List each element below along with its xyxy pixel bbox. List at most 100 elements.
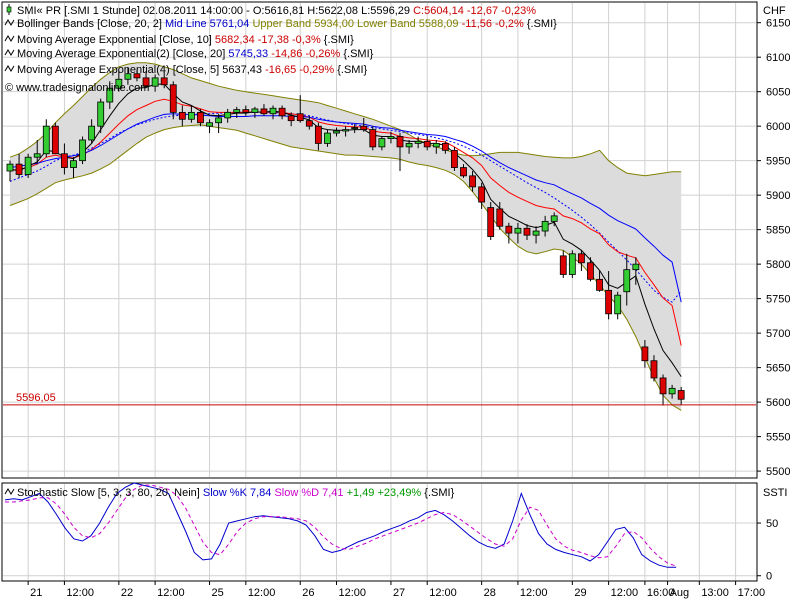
candle-down [396, 136, 404, 148]
legend-ema5-line-text: Moving Average Exponential(4) [Close, 5]… [17, 64, 368, 76]
price-tick-label: 5950 [766, 156, 790, 168]
candle-up [233, 109, 241, 113]
candle-up [269, 107, 277, 115]
legend-segment: {.SMI} [324, 34, 354, 46]
legend-segment: C:5604,14 -12,67 -0,23% [413, 5, 536, 17]
candle-down [478, 186, 486, 203]
candle-up [342, 129, 349, 132]
candle-up [514, 227, 522, 234]
time-tick-label: 21 [30, 587, 42, 599]
candle-up [215, 117, 223, 124]
price-tick-label: 5800 [766, 259, 790, 271]
candle-up [324, 132, 331, 144]
legend-segment: Bollinger Bands [Close, 20, 2] [17, 18, 165, 30]
legend-segment: {.SMI} [343, 48, 373, 60]
candle-up [187, 111, 195, 120]
candle-down [296, 113, 304, 122]
price-tick-label: 5500 [766, 466, 790, 478]
candle-up [632, 263, 640, 271]
legend-symbol-line-text: SMI« PR [.SMI 1 Stunde] 02.08.2011 14:00… [17, 5, 536, 17]
candle-down [51, 125, 59, 155]
candle-down [605, 289, 613, 315]
time-tick-label: 12:00 [429, 587, 457, 599]
legend-segment: Upper Band 5934,00 Lower Band 5588,09 [252, 18, 461, 30]
candle-down [523, 227, 531, 236]
candle-down [469, 175, 476, 188]
candle-down [487, 207, 495, 237]
candle-down [197, 111, 204, 124]
candle-up [42, 125, 50, 155]
candle-down [596, 278, 603, 291]
price-tick-label: 6100 [766, 52, 790, 64]
time-tick-label: 12:00 [157, 587, 185, 599]
legend-segment: Moving Average Exponential(4) [Close, 5] [17, 64, 222, 76]
candle-up [70, 160, 77, 168]
candle-up [614, 294, 622, 315]
time-tick-label: 12:00 [248, 587, 276, 599]
candle-down [369, 129, 377, 148]
legend-ema10-line: Moving Average Exponential [Close, 10] 5… [4, 34, 354, 46]
current-price-label: 5596,05 [16, 392, 56, 404]
time-tick-label: 13:00 [701, 587, 729, 599]
oscillator-axis-unit: SSTI [763, 487, 787, 499]
legend-ema20-line: Moving Average Exponential(2) [Close, 20… [4, 48, 374, 60]
candle-up [33, 153, 41, 158]
candle-down [650, 360, 658, 379]
legend-segment: SMI« PR [.SMI 1 Stunde] 02.08.2011 14:00… [17, 5, 413, 17]
candle-up [532, 230, 540, 236]
price-tick-label: 5750 [766, 294, 790, 306]
legend-segment: 5745,33 [228, 48, 271, 60]
candle-down [278, 107, 286, 117]
candle-up [668, 387, 676, 395]
candle-down [578, 253, 585, 264]
time-tick-label: 28 [484, 587, 496, 599]
candle-up [224, 111, 232, 119]
legend-segment: {.SMI} [337, 64, 367, 76]
candle-down [61, 153, 68, 168]
candle-up [251, 108, 259, 113]
legend-segment: 5637,43 [222, 64, 265, 76]
price-tick-label: 6050 [766, 87, 790, 99]
time-tick-label: 12:00 [339, 587, 367, 599]
candle-up [623, 269, 631, 293]
candle-up [550, 215, 558, 222]
legend-ema10-line-text: Moving Average Exponential [Close, 10] 5… [17, 34, 354, 46]
legend-segment: 5682,34 -17,38 -0,3% [215, 34, 324, 46]
legend-stochastic-line: Stochastic Slow [5, 3, 3, 80, 20, Nein] … [4, 487, 455, 499]
candle-down [160, 77, 168, 86]
candle-up [79, 139, 86, 162]
candle-down [496, 208, 504, 227]
time-tick-label: 25 [212, 587, 224, 599]
legend-segment: Slow %K 7,84 [203, 487, 275, 499]
candle-up [24, 156, 32, 175]
candle-down [15, 163, 23, 175]
watermark: © www.tradesignalonline.com [5, 82, 149, 94]
price-tick-label: 5900 [766, 190, 790, 202]
legend-segment: -11,56 -0,2% [462, 18, 527, 30]
candle-down [441, 143, 449, 151]
time-tick-label: Aug [670, 587, 690, 599]
legend-bollinger-line-text: Bollinger Bands [Close, 20, 2] Mid Line … [17, 18, 557, 30]
oscillator-tick-label: 0 [766, 571, 772, 583]
candle-up [151, 77, 159, 87]
candle-up [333, 130, 340, 134]
legend-segment: Moving Average Exponential [Close, 10] [17, 34, 215, 46]
legend-segment: {.SMI} [527, 18, 557, 30]
candle-down [659, 377, 667, 395]
legend-segment: Slow %D 7,41 [274, 487, 346, 499]
candle-up [405, 143, 413, 148]
price-tick-label: 5600 [766, 397, 790, 409]
time-tick-label: 12:00 [520, 587, 548, 599]
price-tick-label: 5650 [766, 363, 790, 375]
candle-down [305, 120, 313, 127]
candle-down [260, 108, 268, 115]
candle-up [432, 143, 440, 148]
price-tick-label: 5700 [766, 328, 790, 340]
candle-down [505, 225, 513, 234]
time-tick-label: 29 [574, 587, 586, 599]
legend-stochastic-line-text: Stochastic Slow [5, 3, 3, 80, 20, Nein] … [17, 487, 455, 499]
legend-segment: Mid Line 5761,04 [165, 18, 252, 30]
candle-up [387, 136, 395, 139]
legend-segment: Stochastic Slow [5, 3, 3, 80, 20, Nein] [17, 487, 203, 499]
candle-down [677, 390, 685, 400]
